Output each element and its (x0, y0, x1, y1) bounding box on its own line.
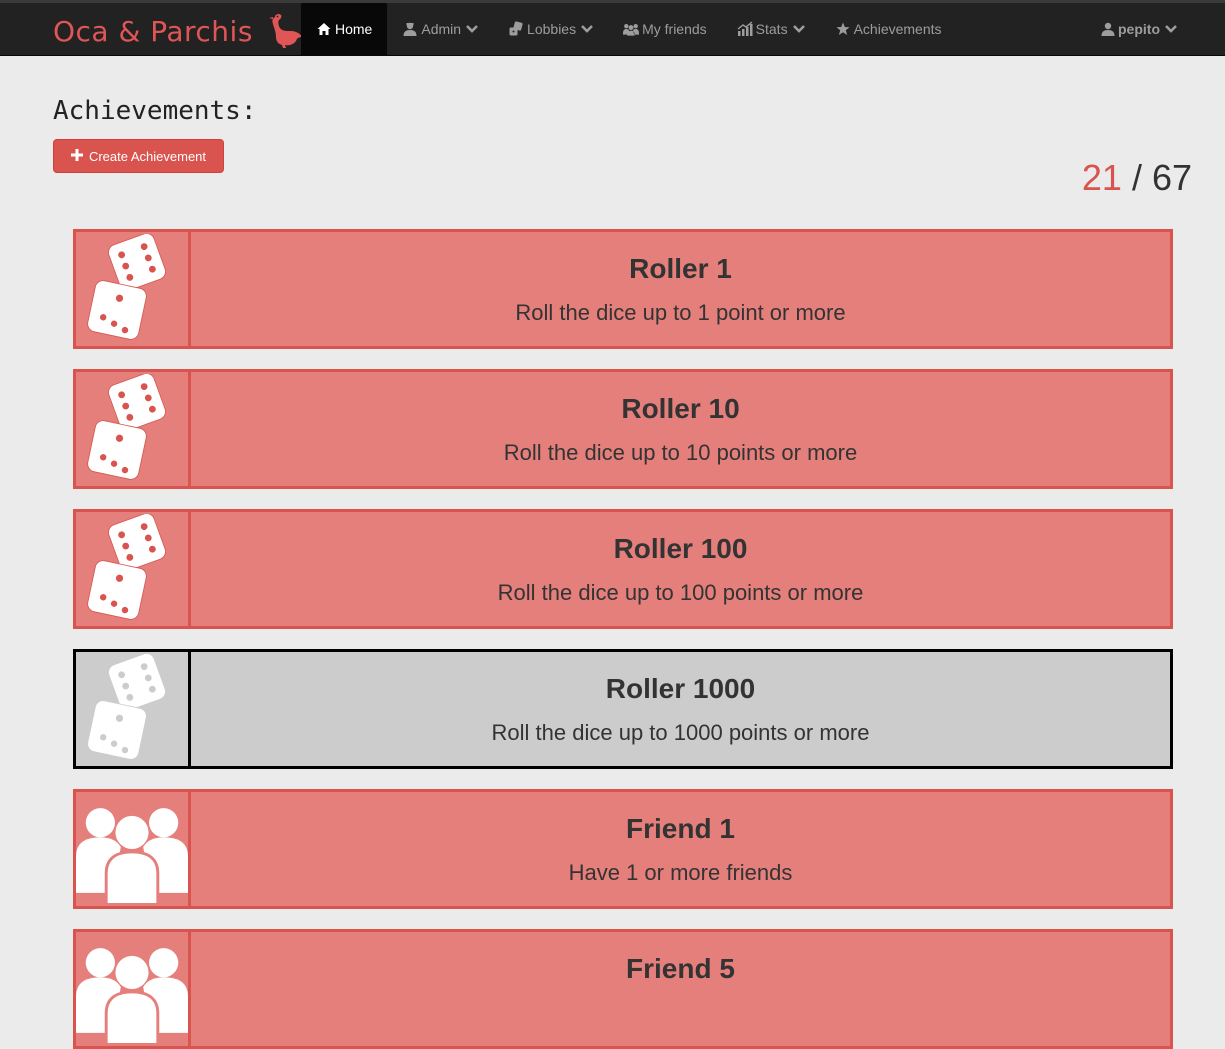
create-achievement-button[interactable]: Create Achievement (53, 139, 224, 173)
nav-my-friends[interactable]: My friends (608, 3, 722, 55)
dice-icon (76, 372, 191, 486)
achievement-card[interactable]: Friend 5 (73, 929, 1173, 1049)
nav-achievements[interactable]: Achievements (820, 3, 957, 55)
plus-icon (70, 148, 83, 164)
nav-lobbies[interactable]: Lobbies (493, 3, 608, 55)
nav-admin-label: Admin (421, 21, 462, 37)
main-nav: Home Admin Lobbies My friends Stats Achi… (301, 3, 957, 55)
home-icon (316, 21, 332, 37)
achievement-card[interactable]: Roller 1 Roll the dice up to 1 point or … (73, 229, 1173, 349)
username: pepito (1118, 21, 1160, 37)
achievements-total-count: 67 (1151, 157, 1192, 198)
chevron-down-icon (792, 23, 805, 35)
achievement-card[interactable]: Roller 100 Roll the dice up to 100 point… (73, 509, 1173, 629)
achievement-title: Friend 1 (626, 813, 735, 844)
achievement-card[interactable]: Friend 1 Have 1 or more friends (73, 789, 1173, 909)
chevron-down-icon (466, 23, 478, 35)
dice-icon (76, 652, 191, 766)
achievement-description: Have 1 or more friends (568, 860, 793, 885)
achievement-description: Roll the dice up to 10 points or more (503, 440, 858, 465)
nav-admin[interactable]: Admin (387, 3, 493, 55)
chevron-down-icon (1165, 24, 1177, 34)
achievement-card-locked[interactable]: Roller 1000 Roll the dice up to 1000 poi… (73, 649, 1173, 769)
goose-logo-icon (268, 13, 303, 49)
friends-icon (76, 932, 191, 1046)
friends-icon (623, 21, 640, 37)
dice-icon (76, 512, 191, 626)
achievement-card[interactable]: Roller 10 Roll the dice up to 10 points … (73, 369, 1173, 489)
nav-stats[interactable]: Stats (722, 3, 820, 55)
nav-lobbies-label: Lobbies (527, 21, 577, 37)
stats-icon (737, 21, 753, 37)
star-icon (835, 21, 851, 37)
achievement-counter: 21 / 67 (1082, 158, 1192, 198)
achievement-title: Roller 1 (629, 253, 732, 284)
achievements-unlocked-count: 21 (1081, 157, 1122, 198)
create-achievement-label: Create Achievement (88, 148, 207, 164)
dice-icon (508, 21, 524, 37)
achievement-description: Roll the dice up to 100 points or more (497, 580, 864, 605)
nav-home[interactable]: Home (301, 3, 388, 55)
admin-icon (402, 21, 418, 37)
page-title: Achievements: (53, 96, 257, 126)
friends-icon (76, 792, 191, 906)
achievement-title: Roller 10 (621, 393, 740, 424)
achievement-title: Roller 100 (613, 533, 748, 564)
counter-separator: / (1121, 157, 1152, 198)
achievement-title: Friend 5 (626, 953, 735, 984)
nav-stats-label: Stats (755, 21, 788, 37)
brand-link[interactable]: Oca & Parchis (53, 9, 303, 53)
user-menu[interactable]: pepito (1101, 3, 1177, 55)
navbar: Oca & Parchis Home Admin Lobbies My frie… (0, 0, 1225, 56)
brand-name: Oca & Parchis (53, 14, 253, 48)
nav-my-friends-label: My friends (642, 21, 707, 37)
user-icon (1101, 22, 1115, 36)
achievement-description: Roll the dice up to 1 point or more (515, 300, 846, 325)
nav-home-label: Home (335, 21, 373, 37)
chevron-down-icon (581, 23, 594, 35)
achievement-title: Roller 1000 (605, 673, 756, 704)
dice-icon (76, 232, 191, 346)
nav-achievements-label: Achievements (853, 21, 942, 37)
achievement-description: Roll the dice up to 1000 points or more (491, 720, 870, 745)
